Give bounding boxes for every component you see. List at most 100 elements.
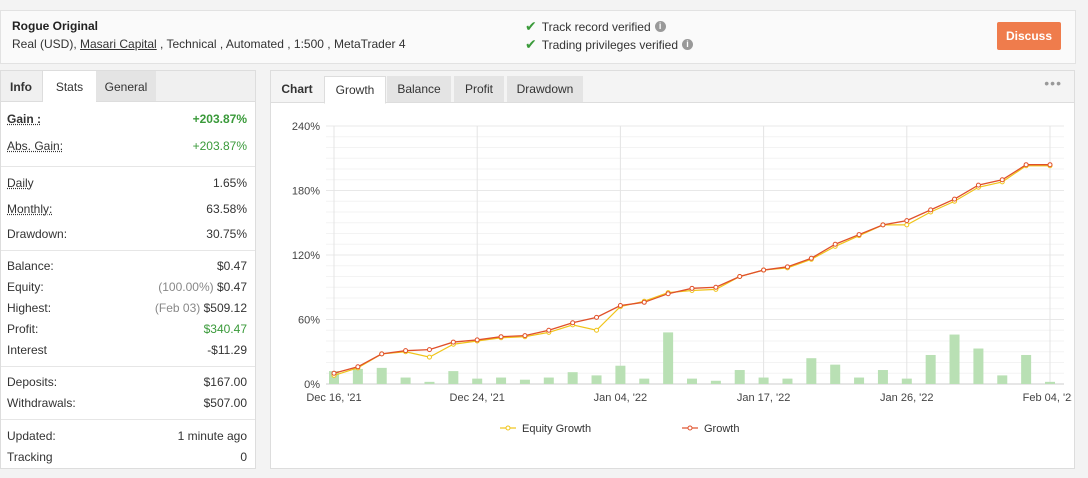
- highest-amount: $509.12: [203, 301, 247, 315]
- tab-chart[interactable]: Chart: [273, 76, 321, 102]
- data-point: [331, 370, 337, 376]
- data-point: [856, 232, 862, 238]
- legend-marker: [687, 425, 693, 431]
- chart-bar: [973, 348, 984, 384]
- data-point: [904, 222, 910, 228]
- tab-stats[interactable]: Stats: [42, 71, 97, 102]
- deposits-label: Deposits:: [7, 375, 58, 389]
- tab-general[interactable]: General: [96, 71, 156, 101]
- x-tick-label: Jan 26, '22: [880, 392, 933, 404]
- data-point: [570, 320, 576, 326]
- chart-bar: [710, 380, 721, 384]
- checkmark-icon: ✔: [525, 18, 537, 34]
- tab-drawdown[interactable]: Drawdown: [507, 76, 583, 102]
- account-details: Real (USD), Masari Capital , Technical ,…: [12, 37, 406, 51]
- updated-value: 1 minute ago: [177, 429, 247, 443]
- profit-label: Profit:: [7, 322, 39, 336]
- withdrawals-label: Withdrawals:: [7, 396, 76, 410]
- data-point: [713, 284, 719, 290]
- daily-label[interactable]: Daily: [7, 176, 34, 190]
- stat-profit: Profit: $340.47: [7, 322, 247, 342]
- stat-updated: Updated: 1 minute ago: [7, 429, 247, 449]
- interest-label: Interest: [7, 343, 48, 357]
- data-point: [999, 177, 1005, 183]
- data-point: [498, 334, 504, 340]
- chart-bar: [663, 332, 674, 384]
- tab-growth[interactable]: Growth: [324, 76, 386, 104]
- chart-bar: [543, 377, 554, 384]
- data-point: [761, 267, 767, 273]
- equity-value: (100.00%) $0.47: [158, 280, 247, 294]
- chart-bar: [758, 377, 769, 384]
- y-tick-label: 60%: [298, 315, 320, 327]
- data-point: [617, 303, 623, 309]
- equity-label: Equity:: [7, 280, 44, 294]
- data-point: [784, 264, 790, 270]
- data-point: [594, 327, 600, 333]
- chart-bar: [448, 371, 459, 384]
- abs-gain-label[interactable]: Abs. Gain:: [7, 139, 63, 153]
- divider: [1, 366, 255, 367]
- account-type: Real (USD),: [12, 37, 81, 51]
- gain-label[interactable]: Gain :: [7, 112, 41, 126]
- highest-value: (Feb 03) $509.12: [155, 301, 247, 315]
- discuss-button[interactable]: Discuss: [997, 22, 1061, 50]
- data-point: [403, 348, 409, 354]
- broker-link[interactable]: Masari Capital: [80, 37, 157, 51]
- x-tick-label: Feb 04, '22: [1023, 392, 1072, 404]
- x-tick-label: Jan 04, '22: [594, 392, 647, 404]
- chart-bar: [901, 378, 912, 384]
- monthly-label[interactable]: Monthly:: [7, 202, 52, 216]
- highest-label: Highest:: [7, 301, 52, 315]
- abs-gain-value: +203.87%: [192, 139, 247, 153]
- chart-bar: [997, 375, 1008, 384]
- trading-privileges-verified: ✔ Trading privileges verified i: [525, 36, 694, 53]
- chart-bar: [877, 370, 888, 384]
- chart-bar: [472, 378, 483, 384]
- more-dots-icon[interactable]: •••: [1044, 75, 1062, 91]
- info-icon[interactable]: i: [654, 21, 666, 32]
- legend-marker: [505, 425, 511, 431]
- account-attributes: , Technical , Automated , 1:500 , MetaTr…: [156, 37, 406, 51]
- data-point: [880, 222, 886, 228]
- info-icon[interactable]: i: [682, 39, 694, 50]
- data-point: [546, 327, 552, 333]
- data-point: [665, 291, 671, 297]
- data-point: [689, 285, 695, 291]
- data-point: [426, 347, 432, 353]
- tab-balance[interactable]: Balance: [387, 76, 451, 102]
- data-point: [426, 354, 432, 360]
- deposits-value: $167.00: [203, 375, 247, 389]
- highest-date: (Feb 03): [154, 301, 201, 315]
- stat-interest: Interest -$11.29: [7, 343, 247, 363]
- stat-withdrawals: Withdrawals: $507.00: [7, 396, 247, 416]
- chart-bar: [376, 367, 387, 384]
- chart-tabs: Chart Growth Balance Profit Drawdown •••: [271, 71, 1074, 104]
- chart-bar: [949, 334, 960, 384]
- divider: [1, 419, 255, 420]
- chart-bar: [1021, 354, 1032, 384]
- chart-bar: [519, 379, 530, 384]
- y-tick-label: 0%: [304, 379, 320, 391]
- stat-monthly: Monthly: 63.58%: [7, 202, 247, 222]
- monthly-value: 63.58%: [206, 202, 247, 216]
- drawdown-label: Drawdown:: [7, 227, 68, 241]
- tab-info[interactable]: Info: [1, 71, 41, 101]
- data-point: [808, 255, 814, 261]
- data-point: [975, 182, 981, 188]
- drawdown-value: 30.75%: [206, 227, 247, 241]
- equity-percent: (100.00%): [158, 280, 214, 294]
- data-point: [450, 339, 456, 345]
- account-title: Rogue Original: [12, 19, 99, 33]
- tab-profit[interactable]: Profit: [454, 76, 504, 102]
- data-point: [952, 196, 958, 202]
- chart-bar: [567, 372, 578, 384]
- checkmark-icon: ✔: [525, 36, 537, 52]
- divider: [1, 250, 255, 251]
- x-tick-label: Jan 17, '22: [737, 392, 790, 404]
- daily-value: 1.65%: [212, 176, 247, 190]
- tracking-label: Tracking: [7, 450, 53, 464]
- account-header: Rogue Original Real (USD), Masari Capita…: [0, 10, 1076, 64]
- trading-privileges-label: Trading privileges verified: [541, 37, 679, 52]
- interest-value: -$11.29: [207, 343, 247, 357]
